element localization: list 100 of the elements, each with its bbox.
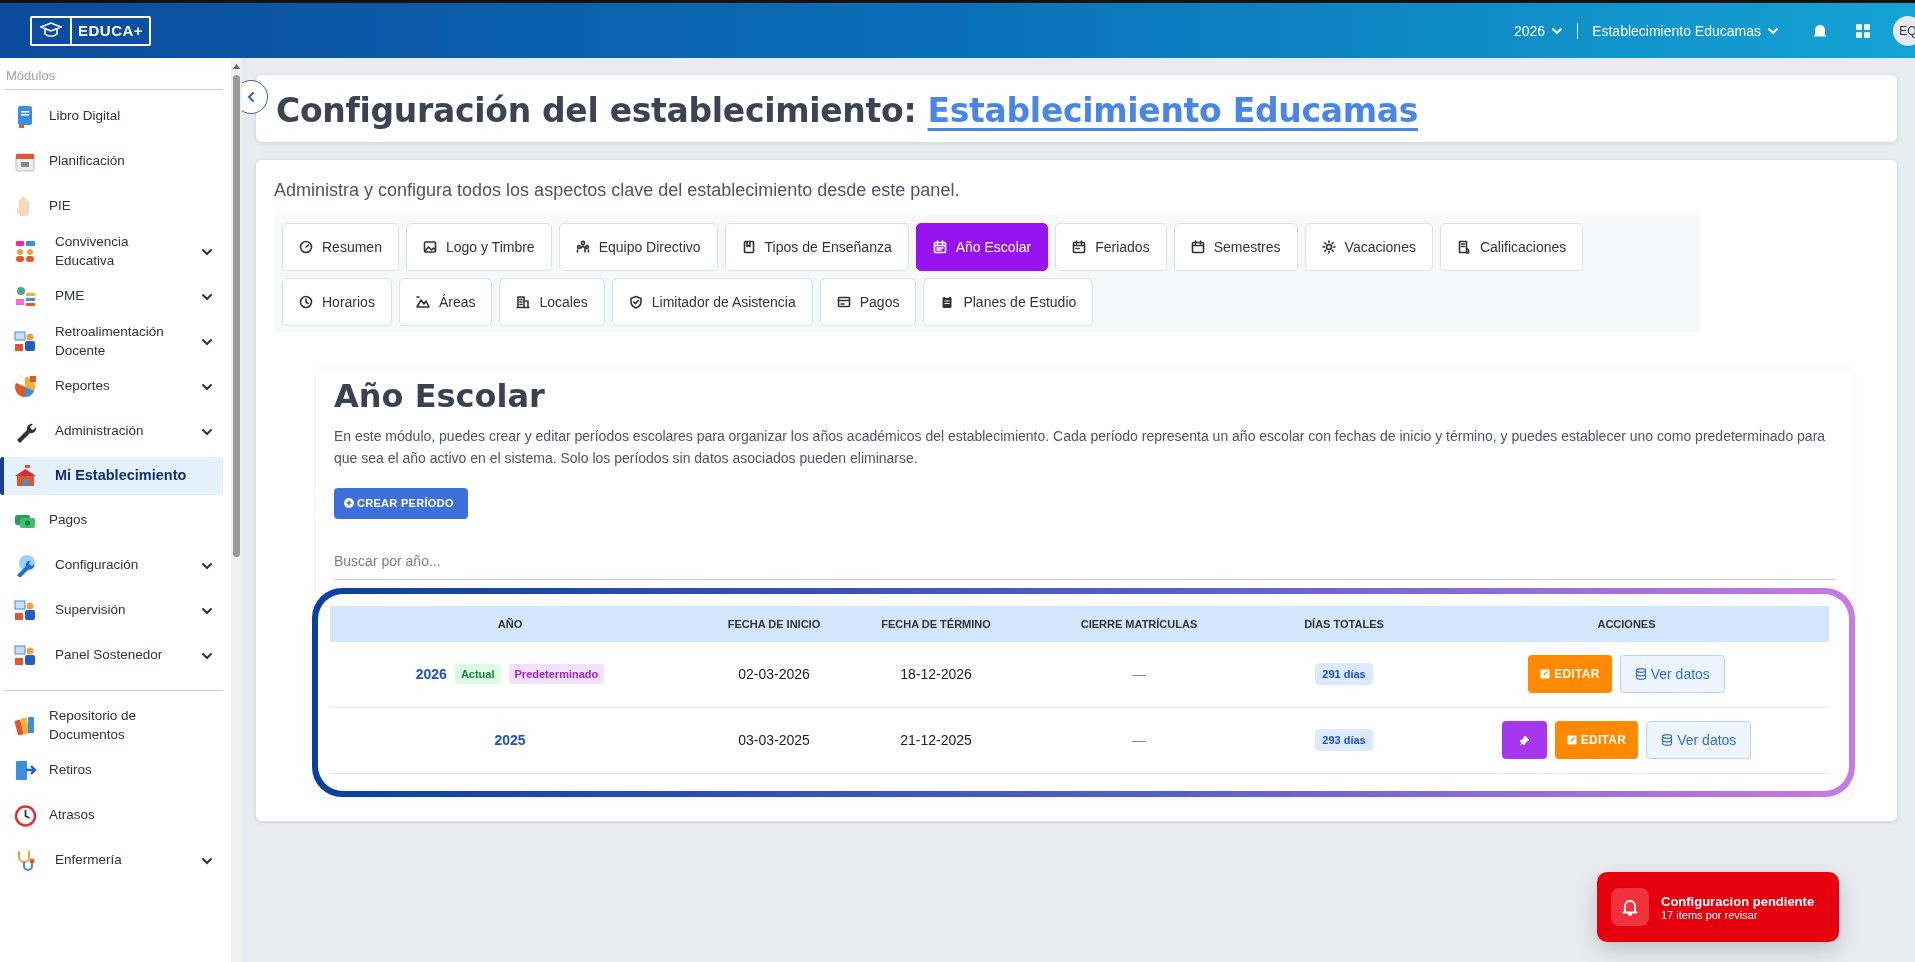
- tab[interactable]: Resumen: [282, 223, 399, 271]
- column-header: DÍAS TOTALES: [1264, 605, 1424, 642]
- sun-icon: [1321, 240, 1336, 254]
- table-cell: —: [1132, 666, 1146, 683]
- days-badge: 291 días: [1315, 663, 1373, 686]
- logo: EDUCA+: [30, 15, 152, 46]
- exit-door-icon: [14, 759, 37, 782]
- team-icon: [575, 240, 590, 254]
- toast-title: Configuracion pendiente: [1661, 893, 1815, 909]
- sidebar-item[interactable]: Mi Establecimiento: [0, 457, 223, 495]
- tab[interactable]: Calificaciones: [1439, 223, 1584, 271]
- table-cell: —: [1132, 732, 1146, 749]
- tab[interactable]: Feriados: [1055, 223, 1167, 271]
- calendar-icon: [1190, 240, 1205, 254]
- status-badge: Actual: [454, 664, 501, 685]
- binders-icon: [14, 714, 37, 737]
- tab[interactable]: Semestres: [1173, 223, 1298, 271]
- column-header: FECHA DE TÉRMINO: [858, 605, 1014, 642]
- sidebar-item[interactable]: Pagos: [0, 498, 223, 543]
- gauge-icon: [299, 240, 313, 254]
- sidebar-item[interactable]: Planificación: [0, 139, 223, 184]
- plus-circle-icon: [344, 498, 354, 509]
- mountain-icon: [415, 295, 430, 309]
- chevron-left-icon: [245, 91, 257, 103]
- book-icon: [741, 240, 756, 254]
- scroll-up-icon[interactable]: [232, 62, 241, 71]
- sidebar-item[interactable]: Administración: [0, 409, 223, 454]
- sidebar-item[interactable]: PME: [0, 274, 223, 319]
- tab[interactable]: Planes de Estudio: [923, 278, 1094, 326]
- page-title: Configuración del establecimiento: Establecimiento Educamas: [276, 91, 1420, 130]
- table-cell: 21-12-2025: [900, 732, 972, 749]
- notification-toast[interactable]: Configuracion pendiente 17 items por revisar: [1597, 872, 1839, 942]
- edit-icon: [1566, 735, 1577, 746]
- tab[interactable]: Locales: [499, 278, 605, 326]
- tab[interactable]: Año Escolar: [915, 223, 1049, 271]
- sidebar-item[interactable]: Atrasos: [0, 793, 223, 838]
- table-cell: 03-03-2025: [738, 732, 810, 749]
- column-header: FECHA DE INICIO: [690, 605, 858, 642]
- collapse-sidebar-button[interactable]: [242, 80, 268, 114]
- document-icon: [1456, 240, 1471, 254]
- create-period-button[interactable]: CREAR PERÍODO: [334, 487, 468, 519]
- pie-chart-icon: [14, 375, 37, 398]
- sidebar-item[interactable]: Retroalimentación Docente: [0, 319, 223, 364]
- sidebar-item[interactable]: Panel Sostenedor: [0, 633, 223, 678]
- sidebar-item[interactable]: Configuración: [0, 543, 223, 588]
- teacher-icon: [14, 644, 37, 667]
- building-icon: [516, 295, 531, 309]
- calendar-icon: [14, 150, 37, 173]
- pin-button[interactable]: [1501, 721, 1547, 760]
- calendar-icon: [1072, 240, 1087, 254]
- clock-icon: [14, 804, 37, 827]
- edit-icon: [1540, 669, 1551, 680]
- toast-subtitle: 17 items por revisar: [1661, 908, 1758, 921]
- section-label: Módulos: [4, 68, 223, 90]
- apps-grid-icon[interactable]: [1855, 22, 1871, 39]
- column-header: AÑO: [330, 605, 690, 642]
- shield-check-icon: [628, 295, 643, 309]
- year-selector[interactable]: 2026: [1513, 22, 1546, 39]
- image-icon: [422, 240, 437, 254]
- calendar-icon: [932, 240, 947, 254]
- column-header: CIERRE MATRÍCULAS: [1014, 605, 1264, 642]
- teacher-icon: [14, 330, 37, 353]
- scrollbar-thumb[interactable]: [233, 75, 240, 557]
- graduation-cap-icon: [40, 21, 62, 40]
- column-header: ACCIONES: [1424, 605, 1829, 642]
- table-cell: 18-12-2026: [900, 666, 972, 683]
- tab[interactable]: Tipos de Enseñanza: [724, 223, 909, 271]
- people-icon: [14, 240, 37, 263]
- tab[interactable]: Horarios: [282, 278, 392, 326]
- sidebar-item[interactable]: Supervisión: [0, 588, 223, 633]
- sidebar-item[interactable]: Enfermería: [0, 838, 223, 883]
- section-description: En este módulo, puedes crear y editar períodos escolares para organizar los años académicos del establecimiento. Cada período representa un año escolar con fechas de inicio y término, y puedes establecer uno como predeterminado para que sea el año activo en el sistema. Solo los períodos sin datos asociados pueden eliminarse.: [334, 427, 1827, 469]
- tab[interactable]: Equipo Directivo: [558, 223, 718, 271]
- panel-description: Administra y configura todos los aspectos clave del establecimiento desde este panel.: [274, 180, 961, 201]
- tab[interactable]: Áreas: [398, 278, 493, 326]
- section-title: Año Escolar: [334, 377, 546, 415]
- sidebar-item[interactable]: Retiros: [0, 748, 223, 793]
- sidebar-item[interactable]: PIE: [0, 184, 223, 229]
- view-data-button[interactable]: Ver datos: [1646, 721, 1752, 760]
- school-icon: [14, 464, 37, 488]
- sidebar-item[interactable]: Libro Digital: [0, 94, 223, 139]
- table-cell: 02-03-2026: [738, 666, 810, 683]
- card-icon: [836, 295, 851, 309]
- tab[interactable]: Logo y Timbre: [405, 223, 552, 271]
- establishment-link[interactable]: Establecimiento Educamas: [927, 91, 1419, 130]
- tab[interactable]: Limitador de Asistencia: [611, 278, 813, 326]
- teacher-icon: [14, 599, 37, 622]
- status-badge: Predeterminado: [508, 664, 605, 685]
- pin-icon: [1518, 734, 1530, 746]
- clock-icon: [299, 295, 313, 309]
- sidebar-item[interactable]: Convivencia Educativa: [0, 229, 223, 274]
- sidebar-item[interactable]: Repositorio de Documentos: [0, 703, 223, 748]
- tab[interactable]: Vacaciones: [1304, 223, 1433, 271]
- chart-list-icon: [14, 285, 37, 308]
- tab[interactable]: Pagos: [819, 278, 917, 326]
- days-badge: 293 días: [1315, 729, 1373, 752]
- sidebar-item[interactable]: Reportes: [0, 364, 223, 409]
- bell-icon: [1611, 888, 1649, 926]
- view-data-button[interactable]: Ver datos: [1619, 655, 1725, 694]
- database-icon: [1661, 734, 1674, 747]
